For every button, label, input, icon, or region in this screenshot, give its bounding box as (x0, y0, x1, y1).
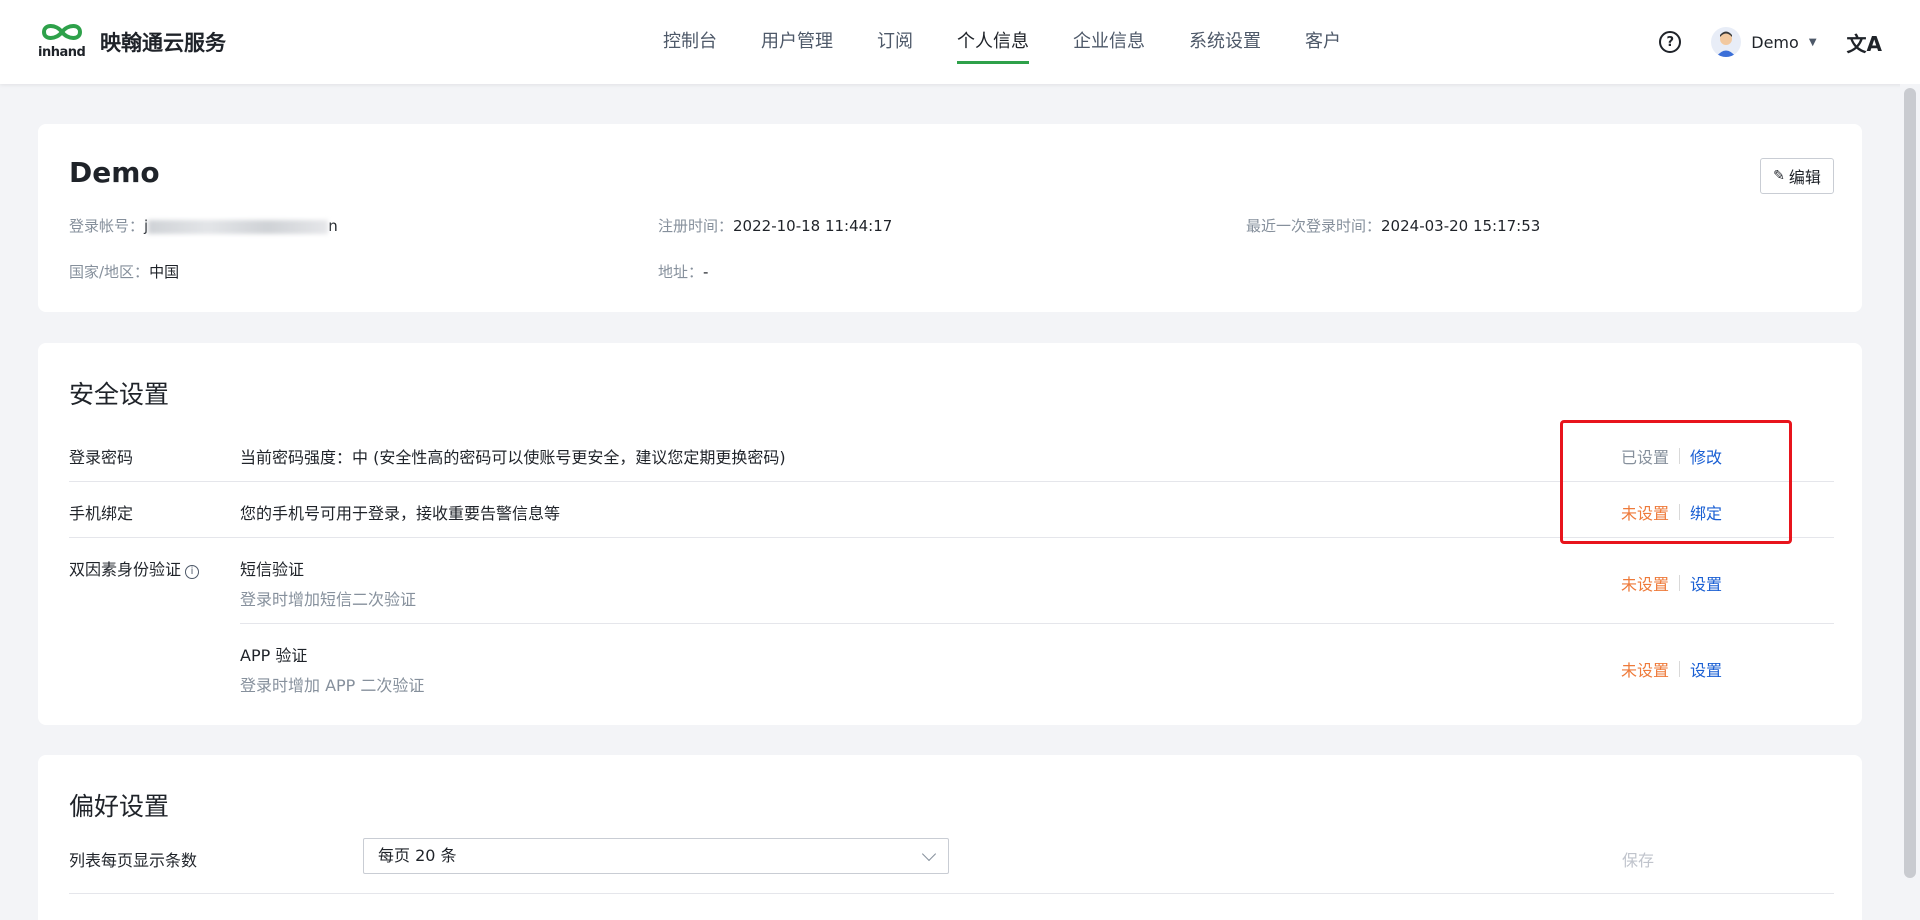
sms-verify-desc: 登录时增加短信二次验证 (240, 590, 417, 609)
app-verify-title: APP 验证 (240, 646, 308, 665)
save-button[interactable]: 保存 (1622, 847, 1654, 871)
account-value-redacted (148, 219, 329, 234)
register-info: 注册时间：2022-10-18 11:44:17 (658, 215, 892, 236)
top-header: inhand 映翰通云服务 控制台 用户管理 订阅 个人信息 企业信息 系统设置… (0, 0, 1920, 84)
preferences-card: 偏好设置 列表每页显示条数 每页 20 条 保存 (38, 755, 1862, 920)
language-icon[interactable]: 文A (1847, 28, 1882, 57)
nav-item-personal-info[interactable]: 个人信息 (957, 0, 1029, 84)
chevron-down-icon (921, 846, 937, 862)
pen-icon: ✎ (1773, 168, 1785, 184)
logo[interactable]: inhand 映翰通云服务 (38, 20, 226, 64)
highlight-annotation-box (1560, 420, 1792, 544)
sms-status-text: 未设置 (1621, 575, 1670, 594)
status-divider (1679, 661, 1681, 677)
last-login-info: 最近一次登录时间：2024-03-20 15:17:53 (1246, 215, 1540, 236)
last-login-label: 最近一次登录时间： (1246, 217, 1382, 235)
logo-text: inhand (38, 45, 86, 60)
edit-button-label: 编辑 (1788, 168, 1821, 187)
nav-item-console[interactable]: 控制台 (663, 0, 717, 84)
profile-name: Demo (69, 156, 160, 189)
password-label: 登录密码 (69, 448, 134, 467)
nav-item-user-management[interactable]: 用户管理 (761, 0, 833, 84)
app-verify-desc: 登录时增加 APP 二次验证 (240, 676, 425, 695)
page-scrollbar[interactable] (1900, 84, 1920, 920)
register-label: 注册时间： (658, 217, 734, 235)
account-info: 登录帐号：j n (69, 215, 338, 236)
status-divider (1679, 575, 1681, 591)
phone-label: 手机绑定 (69, 504, 134, 523)
nav-item-subscription[interactable]: 订阅 (877, 0, 913, 84)
account-value-end: n (328, 217, 338, 235)
row-divider (69, 893, 1834, 894)
country-info: 国家/地区：中国 (69, 261, 179, 282)
app-status: 未设置 设置 (1621, 657, 1722, 681)
info-circle-icon[interactable]: i (185, 565, 200, 579)
page-size-label: 列表每页显示条数 (69, 851, 198, 870)
security-title: 安全设置 (69, 380, 170, 409)
scrollbar-thumb[interactable] (1904, 88, 1916, 878)
page-size-select[interactable]: 每页 20 条 (363, 838, 949, 874)
country-value: 中国 (149, 263, 180, 281)
country-label: 国家/地区： (69, 263, 150, 281)
help-icon[interactable]: ? (1659, 31, 1682, 53)
nav-item-system-settings[interactable]: 系统设置 (1189, 0, 1261, 84)
sms-verify-title: 短信验证 (240, 560, 305, 579)
two-factor-label-text: 双因素身份验证 (69, 560, 182, 579)
nav-item-customers[interactable]: 客户 (1305, 0, 1341, 84)
main-nav: 控制台 用户管理 订阅 个人信息 企业信息 系统设置 客户 (663, 0, 1385, 84)
brand-name: 映翰通云服务 (100, 31, 226, 55)
sms-status: 未设置 设置 (1621, 571, 1722, 595)
row-divider (240, 623, 1834, 624)
inhand-logo-icon: inhand (38, 20, 88, 64)
sms-setup-link[interactable]: 设置 (1690, 571, 1722, 595)
app-setup-link[interactable]: 设置 (1690, 657, 1722, 681)
password-desc: 当前密码强度：中 (安全性高的密码可以使账号更安全，建议您定期更换密码) (240, 448, 786, 467)
address-value: - (703, 263, 709, 281)
register-value: 2022-10-18 11:44:17 (733, 217, 893, 235)
page-size-value: 每页 20 条 (378, 846, 457, 865)
address-info: 地址：- (658, 261, 708, 282)
caret-down-icon[interactable]: ▼ (1809, 37, 1817, 48)
phone-desc: 您的手机号可用于登录，接收重要告警信息等 (240, 504, 561, 523)
avatar[interactable] (1711, 27, 1742, 57)
nav-item-enterprise-info[interactable]: 企业信息 (1073, 0, 1145, 84)
last-login-value: 2024-03-20 15:17:53 (1381, 217, 1541, 235)
app-status-text: 未设置 (1621, 661, 1670, 680)
preferences-title: 偏好设置 (69, 792, 170, 821)
profile-card: Demo ✎ 编辑 登录帐号：j n 注册时间：2022-10-18 11:44:… (38, 124, 1862, 312)
address-label: 地址： (658, 263, 704, 281)
edit-button[interactable]: ✎ 编辑 (1760, 158, 1834, 194)
two-factor-label: 双因素身份验证 i (69, 556, 200, 580)
account-label: 登录帐号： (69, 217, 145, 235)
header-actions: ? Demo ▼ 文A (1659, 0, 1882, 84)
user-name[interactable]: Demo (1751, 33, 1799, 52)
